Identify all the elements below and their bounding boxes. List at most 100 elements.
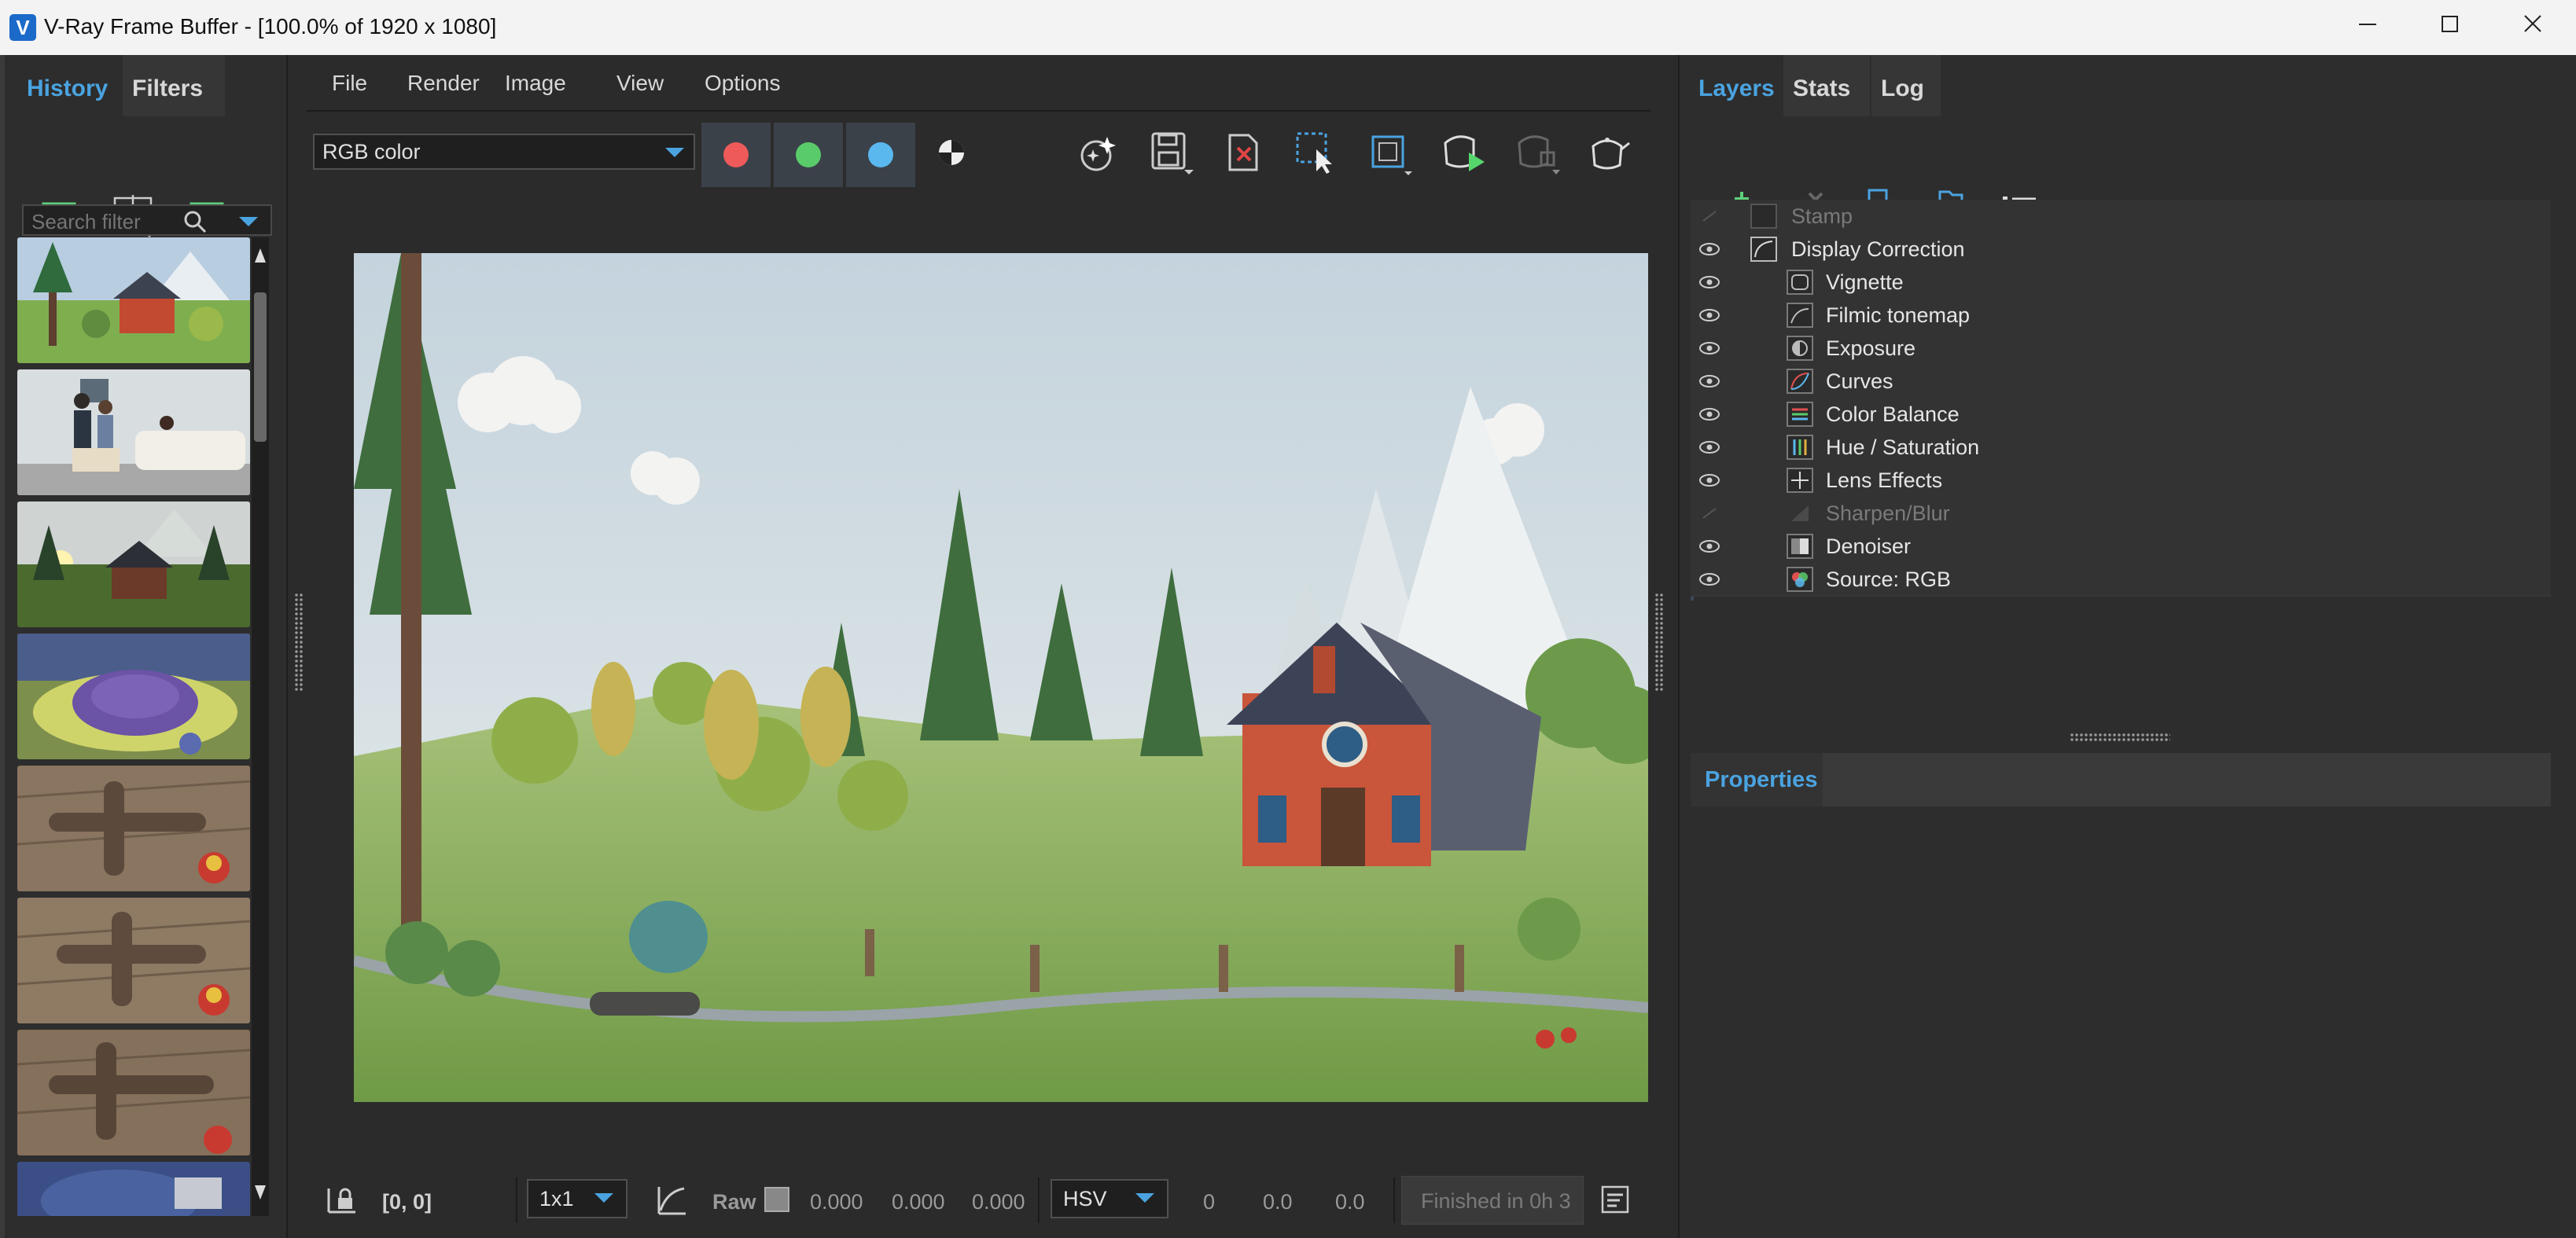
render-region-button[interactable] (1363, 126, 1417, 179)
render-viewport[interactable] (354, 253, 1648, 1102)
cursor-coords: [0, 0] (382, 1190, 432, 1214)
close-icon (2524, 15, 2541, 32)
eye-icon[interactable] (1698, 339, 1720, 358)
eye-icon[interactable] (1698, 306, 1720, 325)
history-thumb-purple-hat[interactable] (17, 634, 250, 759)
maximize-button[interactable] (2414, 8, 2485, 49)
layer-name: Curves (1826, 369, 1893, 393)
layer-row-vignette[interactable]: Vignette (1691, 266, 2551, 299)
separator (1393, 1177, 1395, 1223)
history-thumb-wooden-toy-2[interactable] (17, 898, 250, 1023)
hsv-s: 0.0 (1263, 1190, 1293, 1214)
layer-row-curves[interactable]: Curves (1691, 365, 2551, 399)
menu-file[interactable]: File (332, 71, 367, 96)
menu-render[interactable]: Render (407, 71, 480, 96)
tab-layers[interactable]: Layers (1689, 55, 1784, 116)
properties-label: Properties (1705, 767, 1818, 792)
eye-icon[interactable] (1698, 471, 1720, 490)
alpha-channel-button[interactable] (925, 126, 978, 179)
teapot-button[interactable] (1582, 126, 1636, 179)
filmic-tonemap-icon (1787, 303, 1813, 328)
layer-row-lens-effects[interactable]: Lens Effects (1691, 464, 2551, 498)
denoise-button[interactable] (1071, 126, 1124, 179)
layer-name: Source: RGB (1826, 568, 1952, 591)
layer-row-denoiser[interactable]: Denoiser (1691, 530, 2551, 564)
render-button[interactable] (1437, 126, 1491, 179)
denoise-sparkle-icon (1080, 137, 1116, 171)
menu-image[interactable]: Image (505, 71, 566, 96)
tab-log[interactable]: Log (1871, 55, 1941, 116)
eye-icon[interactable] (1698, 240, 1720, 259)
minimize-button[interactable] (2332, 8, 2403, 49)
history-thumb-cabin-forest[interactable] (17, 237, 250, 363)
zoom-select[interactable]: 1x1 (527, 1179, 627, 1218)
eye-hidden-icon[interactable] (1698, 504, 1720, 523)
layer-row-stamp[interactable]: Stamp (1691, 200, 2551, 233)
red-channel-button[interactable] (701, 123, 771, 187)
channel-select[interactable]: RGB color (313, 134, 695, 170)
tab-history[interactable]: History (17, 55, 117, 116)
eye-icon[interactable] (1698, 273, 1720, 292)
eye-icon[interactable] (1698, 405, 1720, 424)
tab-stats[interactable]: Stats (1783, 55, 1870, 116)
layer-row-hue-saturation[interactable]: Hue / Saturation (1691, 431, 2551, 465)
blue-channel-button[interactable] (846, 123, 915, 187)
search-filter-input[interactable] (30, 208, 182, 236)
clear-image-button[interactable] (1217, 126, 1271, 179)
layer-row-sharpen-blur[interactable]: Sharpen/Blur (1691, 497, 2551, 531)
scroll-down-icon[interactable] (254, 1181, 267, 1204)
history-thumb-wooden-toy-3[interactable] (17, 1030, 250, 1155)
color-mode-select[interactable]: HSV (1051, 1179, 1168, 1218)
denoiser-icon (1787, 534, 1813, 559)
eye-icon[interactable] (1698, 537, 1720, 556)
layer-name: Hue / Saturation (1826, 435, 1980, 459)
render-icon (1444, 135, 1485, 171)
history-scrollbar[interactable] (252, 237, 269, 1216)
search-filter-dropdown[interactable] (233, 209, 264, 234)
right-splitter-grip[interactable] (1654, 593, 1664, 692)
hue-saturation-icon (1787, 435, 1813, 460)
history-thumb-cabin-sunset[interactable] (17, 501, 250, 627)
layer-name: Color Balance (1826, 402, 1960, 426)
lock-coords-button[interactable] (324, 1181, 359, 1220)
layer-row-source-rgb[interactable]: Source: RGB (1691, 563, 2551, 597)
curve-toggle-button[interactable] (654, 1181, 689, 1220)
interactive-render-button[interactable] (1511, 126, 1565, 179)
history-thumbnails (17, 237, 250, 1216)
green-dot-icon (796, 142, 821, 167)
scrollbar-handle[interactable] (254, 292, 267, 442)
menu-view[interactable]: View (616, 71, 664, 96)
history-thumb-denim[interactable] (17, 1162, 250, 1216)
save-image-button[interactable] (1145, 126, 1198, 179)
region-select-button[interactable] (1290, 126, 1343, 179)
pixel-value-b: 0.000 (972, 1190, 1025, 1214)
render-log-button[interactable] (1599, 1184, 1631, 1215)
layer-tree: Stamp Display Correction Vignette Filmic… (1691, 200, 2551, 601)
eye-icon[interactable] (1698, 570, 1720, 589)
teapot-icon (1592, 138, 1630, 170)
layer-row-filmic-tonemap[interactable]: Filmic tonemap (1691, 299, 2551, 332)
green-channel-button[interactable] (774, 123, 843, 187)
history-thumb-people-interior[interactable] (17, 369, 250, 495)
menu-options[interactable]: Options (705, 71, 781, 96)
layer-row-exposure[interactable]: Exposure (1691, 332, 2551, 366)
rendered-image (354, 253, 1648, 1102)
layer-row-display-correction[interactable]: Display Correction (1691, 233, 2551, 266)
left-splitter-grip[interactable] (294, 593, 304, 692)
eye-icon[interactable] (1698, 372, 1720, 391)
properties-splitter-grip[interactable] (2070, 733, 2170, 742)
color-balance-icon (1787, 402, 1813, 427)
eye-hidden-icon[interactable] (1698, 207, 1720, 226)
log-lines-icon (1601, 1185, 1629, 1214)
layer-row-color-balance[interactable]: Color Balance (1691, 398, 2551, 432)
separator (1038, 1177, 1040, 1223)
raw-checkbox[interactable] (764, 1187, 789, 1212)
vignette-icon (1787, 270, 1813, 295)
save-image-icon (1151, 132, 1194, 174)
history-thumb-wooden-toy-1[interactable] (17, 766, 250, 891)
eye-icon[interactable] (1698, 438, 1720, 457)
search-button[interactable] (181, 208, 209, 236)
close-button[interactable] (2497, 8, 2568, 49)
tab-filters[interactable]: Filters (123, 55, 225, 116)
scroll-up-icon[interactable] (254, 244, 267, 267)
